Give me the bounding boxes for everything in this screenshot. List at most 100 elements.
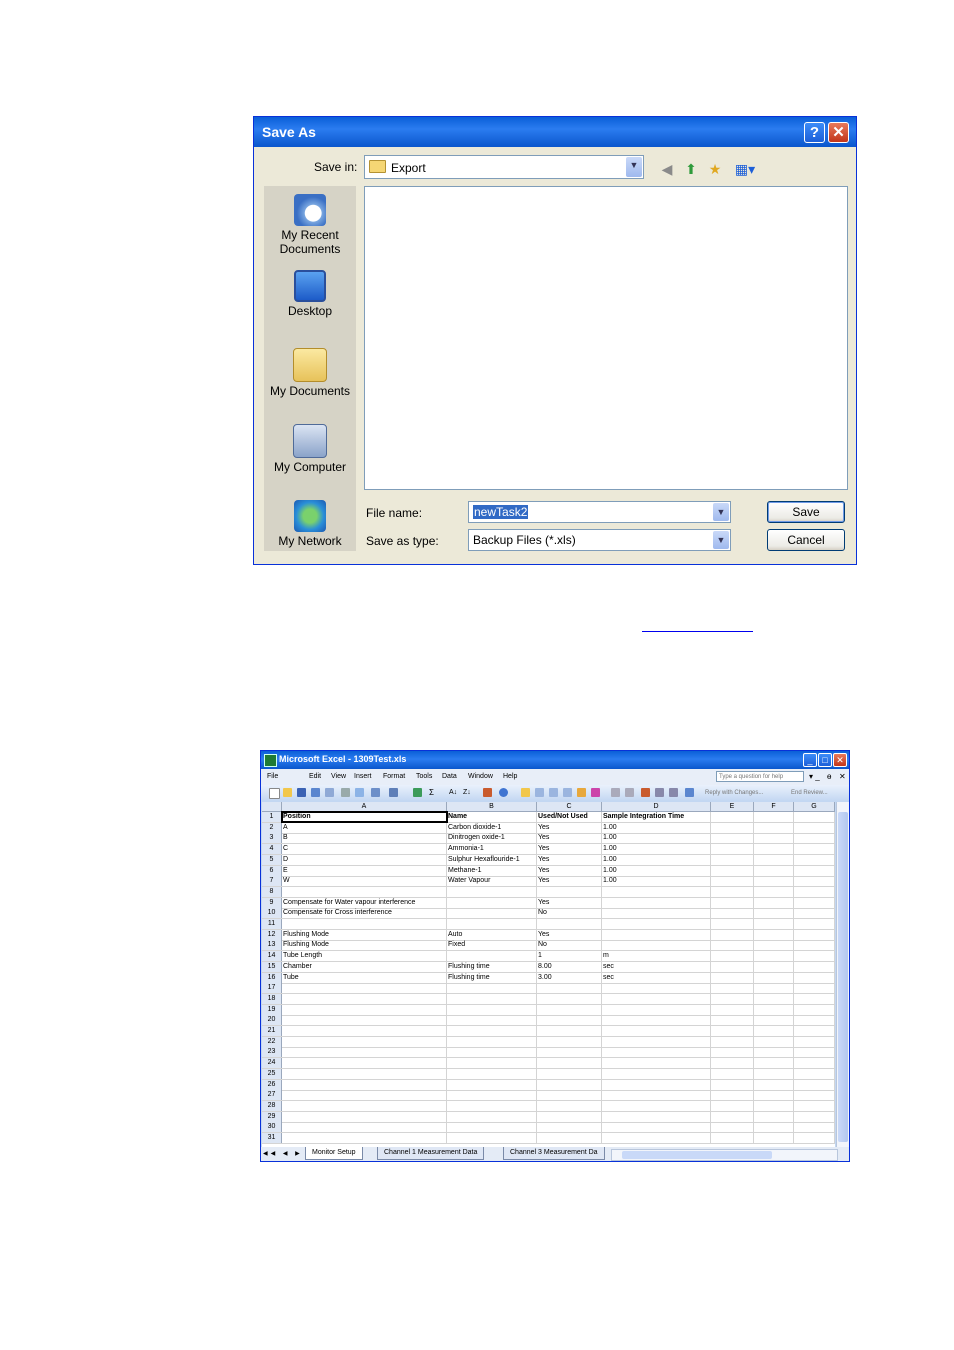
- worksheet-grid[interactable]: ABCDEFG 1 Position Name Used/Not Used Sample…: [262, 802, 835, 1147]
- cell[interactable]: [711, 886, 754, 897]
- review-icon[interactable]: [641, 788, 650, 797]
- close-icon[interactable]: ✕: [833, 753, 847, 767]
- sheet-tab-channel-1[interactable]: Channel 1 Measurement Data: [377, 1147, 485, 1160]
- cell[interactable]: [602, 929, 711, 940]
- row-header[interactable]: 2: [262, 822, 282, 833]
- cell[interactable]: [537, 919, 602, 929]
- cell[interactable]: [794, 876, 835, 887]
- cell[interactable]: [537, 1090, 602, 1101]
- copy-icon[interactable]: [371, 788, 380, 797]
- scrollbar-thumb[interactable]: [838, 812, 848, 1142]
- cell[interactable]: [447, 1058, 537, 1069]
- cell[interactable]: [602, 1133, 711, 1143]
- cell[interactable]: [794, 1100, 835, 1111]
- cell[interactable]: [711, 1026, 754, 1036]
- sheet-tab-channel-3[interactable]: Channel 3 Measurement Da: [503, 1147, 605, 1160]
- cell[interactable]: [794, 1004, 835, 1015]
- sort-ascending-icon[interactable]: A↓: [449, 788, 458, 797]
- cell[interactable]: [282, 983, 447, 994]
- review-icon[interactable]: [625, 788, 634, 797]
- cell[interactable]: [794, 854, 835, 865]
- cell[interactable]: [447, 951, 537, 962]
- row-header[interactable]: 13: [262, 940, 282, 951]
- cell[interactable]: Compensate for Water vapour interference: [282, 897, 447, 908]
- cell[interactable]: [754, 833, 794, 844]
- cell[interactable]: [447, 1079, 537, 1090]
- cell[interactable]: [711, 1068, 754, 1079]
- cell[interactable]: [711, 919, 754, 929]
- cell[interactable]: Carbon dioxide-1: [447, 822, 537, 833]
- row-header[interactable]: 27: [262, 1090, 282, 1101]
- chevron-down-icon[interactable]: ▼: [713, 503, 729, 521]
- cell[interactable]: [754, 961, 794, 972]
- cell[interactable]: [711, 951, 754, 962]
- cell[interactable]: [711, 822, 754, 833]
- cell[interactable]: Flushing Mode: [282, 940, 447, 951]
- cell[interactable]: [754, 1058, 794, 1069]
- cell[interactable]: [754, 1100, 794, 1111]
- place-my-computer[interactable]: My Computer: [264, 424, 356, 474]
- cell[interactable]: [537, 1068, 602, 1079]
- column-header-a[interactable]: A: [282, 802, 447, 811]
- cell[interactable]: [282, 1058, 447, 1069]
- cell[interactable]: [711, 1111, 754, 1122]
- cell[interactable]: [447, 1026, 537, 1036]
- mdi-minimize-icon[interactable]: ▾ _: [809, 772, 820, 781]
- cell[interactable]: [754, 1047, 794, 1058]
- cell[interactable]: [794, 1047, 835, 1058]
- cell[interactable]: No: [537, 940, 602, 951]
- cell[interactable]: Fixed: [447, 940, 537, 951]
- row-header[interactable]: 7: [262, 876, 282, 887]
- place-my-recent-documents[interactable]: My Recent Documents: [264, 194, 356, 256]
- cell[interactable]: [711, 993, 754, 1004]
- cell[interactable]: [711, 1122, 754, 1133]
- cell[interactable]: [282, 919, 447, 929]
- cell[interactable]: [754, 972, 794, 983]
- cell[interactable]: [602, 993, 711, 1004]
- cell[interactable]: sec: [602, 972, 711, 983]
- undo-icon[interactable]: [389, 788, 398, 797]
- cell[interactable]: [794, 940, 835, 951]
- cell[interactable]: [794, 919, 835, 929]
- cell[interactable]: [794, 1058, 835, 1069]
- cell[interactable]: [711, 961, 754, 972]
- cell[interactable]: [602, 1026, 711, 1036]
- cell[interactable]: A: [282, 822, 447, 833]
- menu-item-format[interactable]: Format: [383, 773, 405, 780]
- cell[interactable]: [711, 1090, 754, 1101]
- new-folder-icon[interactable]: ★: [706, 160, 724, 178]
- save-in-dropdown[interactable]: Export ▼: [364, 155, 644, 179]
- cell[interactable]: Chamber: [282, 961, 447, 972]
- cell[interactable]: Sulphur Hexaflouride-1: [447, 854, 537, 865]
- cancel-button[interactable]: Cancel: [767, 529, 845, 551]
- cell[interactable]: [754, 1026, 794, 1036]
- cell[interactable]: [537, 1111, 602, 1122]
- cell[interactable]: [754, 822, 794, 833]
- cell[interactable]: [711, 876, 754, 887]
- menu-item-edit[interactable]: Edit: [309, 773, 321, 780]
- cell[interactable]: [754, 1133, 794, 1143]
- cell[interactable]: [794, 972, 835, 983]
- mdi-restore-icon[interactable]: ɵ: [827, 772, 831, 781]
- cell[interactable]: [447, 1004, 537, 1015]
- cell[interactable]: [537, 983, 602, 994]
- cell[interactable]: 1: [537, 951, 602, 962]
- row-header[interactable]: 20: [262, 1015, 282, 1026]
- sheet-tab-monitor-setup[interactable]: Monitor Setup: [305, 1147, 363, 1160]
- row-header[interactable]: 11: [262, 919, 282, 929]
- cell[interactable]: [794, 908, 835, 919]
- help-search-input[interactable]: Type a question for help: [716, 771, 804, 782]
- review-icon[interactable]: [655, 788, 664, 797]
- cell[interactable]: [447, 908, 537, 919]
- cell[interactable]: [282, 1111, 447, 1122]
- cell[interactable]: [447, 1090, 537, 1101]
- cell[interactable]: [754, 993, 794, 1004]
- row-header[interactable]: 16: [262, 972, 282, 983]
- cell[interactable]: [537, 1133, 602, 1143]
- cell[interactable]: [711, 1079, 754, 1090]
- review-icon[interactable]: [591, 788, 600, 797]
- place-my-network[interactable]: My Network: [264, 500, 356, 548]
- row-header[interactable]: 14: [262, 951, 282, 962]
- chart-wizard-icon[interactable]: [483, 788, 492, 797]
- cell[interactable]: [447, 1133, 537, 1143]
